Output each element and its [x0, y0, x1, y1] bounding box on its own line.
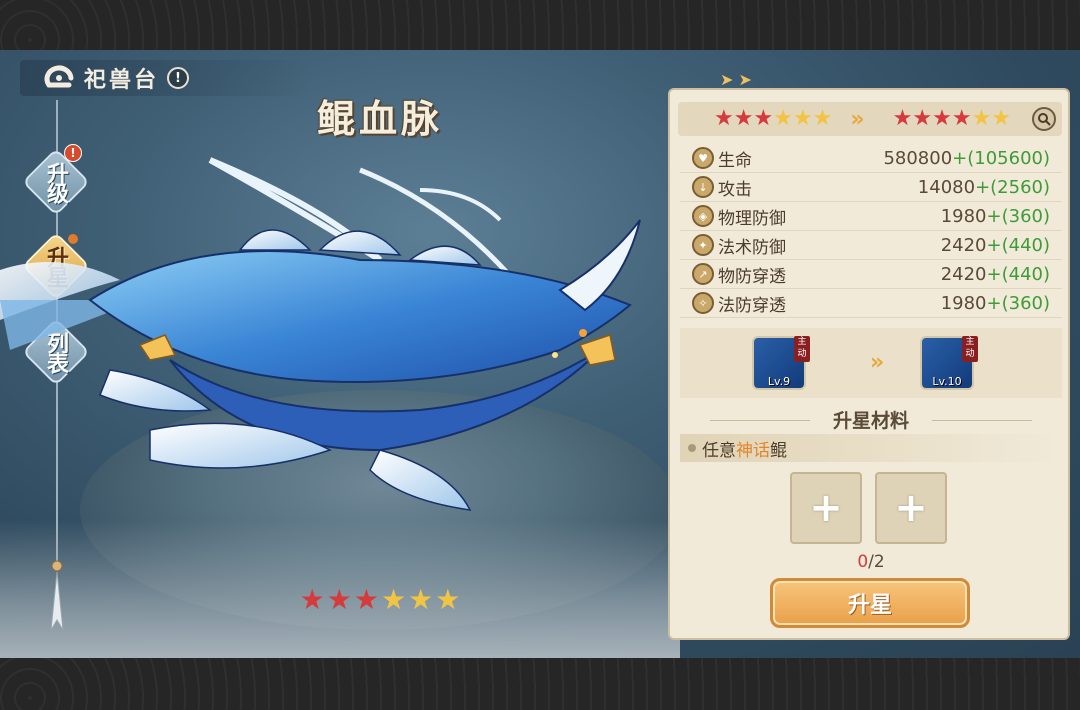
stat-bonus: +(440): [986, 234, 1050, 256]
stat-name: 法术防御: [718, 237, 786, 258]
skill-upgrade-row: 主动 Lv.9 » 主动 Lv.10: [680, 328, 1062, 398]
page-title: 祀兽台: [84, 67, 160, 93]
star-empty-icon: ★: [812, 106, 833, 131]
stat-row: ✧ 法防穿透 1980 +(360): [680, 289, 1062, 318]
progress-total: /2: [868, 552, 885, 572]
stage-star-rating: ★ ★ ★ ★ ★ ★: [280, 582, 480, 618]
skill-type-tag: 主动: [962, 336, 978, 362]
stat-bonus: +(360): [986, 292, 1050, 314]
back-icon: [44, 65, 74, 88]
star-comparison-row: ★ ★ ★ ★ ★ ★ » ★ ★ ★ ★ ★ ★: [678, 102, 1062, 136]
stat-bonus: +(105600): [952, 147, 1050, 169]
shield-icon: ◈: [692, 205, 714, 227]
stat-list: ♥ 生命 580800 +(105600) ↓ 攻击 14080 +(2560)…: [680, 144, 1062, 318]
material-progress: 0/2: [680, 552, 1062, 572]
star-empty-icon: ★: [381, 583, 407, 616]
magic-pierce-icon: ✧: [692, 292, 714, 314]
skill-current[interactable]: 主动 Lv.9: [752, 336, 810, 390]
stat-name: 物理防御: [718, 208, 786, 229]
material-requirement: 任意 神话 鲲: [680, 434, 1062, 462]
stat-name: 攻击: [718, 179, 752, 200]
sword-icon: ↓: [692, 176, 714, 198]
stat-row: ↓ 攻击 14080 +(2560): [680, 173, 1062, 202]
materials-title: 升星材料: [832, 410, 909, 432]
star-empty-icon: ★: [408, 583, 434, 616]
stat-name: 生命: [718, 150, 752, 171]
star-filled-icon: ★: [951, 106, 972, 131]
info-icon[interactable]: !: [167, 67, 190, 89]
star-up-panel: ★ ★ ★ ★ ★ ★ » ★ ★ ★ ★ ★ ★ ♥ 生命 580800 +(105600) ↓ …: [668, 88, 1070, 640]
back-button[interactable]: [32, 63, 78, 93]
requirement-prefix: 任意: [702, 440, 736, 461]
material-slot[interactable]: +: [790, 472, 862, 544]
material-slot[interactable]: +: [875, 472, 947, 544]
star-filled-icon: ★: [892, 106, 913, 131]
requirement-rarity: 神话: [736, 440, 770, 461]
skill-level: Lv.9: [767, 375, 791, 388]
star-filled-icon: ★: [932, 106, 952, 131]
star-empty-icon: ★: [435, 583, 461, 616]
next-star-rating: ★ ★ ★ ★ ★ ★: [893, 108, 1011, 130]
bullet-icon: [688, 444, 696, 452]
star-filled-icon: ★: [326, 583, 352, 616]
stat-base: 1980: [940, 292, 987, 314]
stat-base: 14080: [917, 176, 976, 198]
pierce-icon: ↗: [692, 263, 714, 285]
stat-name: 物防穿透: [718, 266, 786, 287]
star-filled-icon: ★: [912, 106, 933, 131]
skill-type-tag: 主动: [794, 336, 810, 362]
star-filled-icon: ★: [714, 106, 734, 131]
stat-row: ✦ 法术防御 2420 +(440): [680, 231, 1062, 260]
star-filled-icon: ★: [753, 106, 774, 131]
stat-row: ↗ 物防穿透 2420 +(440): [680, 260, 1062, 289]
chevron-right-icon: »: [850, 106, 865, 132]
stat-bonus: +(440): [986, 263, 1050, 285]
stat-row: ♥ 生命 580800 +(105600): [680, 144, 1062, 173]
magic-shield-icon: ✦: [692, 234, 714, 256]
stat-name: 法防穿透: [718, 295, 786, 316]
heart-icon: ♥: [692, 147, 714, 169]
stat-base: 580800: [883, 147, 953, 169]
stat-base: 2420: [940, 263, 987, 285]
star-up-button[interactable]: 升星: [770, 578, 970, 628]
search-icon: [1038, 113, 1051, 126]
magnify-button[interactable]: [1032, 107, 1056, 131]
skill-level: Lv.10: [932, 375, 962, 388]
star-empty-icon: ★: [792, 106, 813, 131]
progress-current: 0: [857, 552, 869, 572]
beast-name: 鲲血脉: [316, 96, 443, 141]
arrow-ornament: ➤ ➤: [720, 70, 752, 89]
bottom-frame: [0, 658, 1080, 710]
star-empty-icon: ★: [971, 106, 992, 131]
star-filled-icon: ★: [733, 106, 754, 131]
stat-row: ◈ 物理防御 1980 +(360): [680, 202, 1062, 231]
top-frame: [0, 0, 1080, 50]
stat-base: 1980: [940, 205, 987, 227]
skill-next[interactable]: 主动 Lv.10: [920, 336, 978, 390]
kun-beast-illustration: [0, 157, 641, 511]
requirement-suffix: 鲲: [770, 440, 787, 461]
stat-bonus: +(360): [986, 205, 1050, 227]
tassel-ornament: [50, 560, 64, 631]
star-empty-icon: ★: [773, 106, 793, 131]
stat-bonus: +(2560): [975, 176, 1050, 198]
current-star-rating: ★ ★ ★ ★ ★ ★: [714, 108, 832, 130]
star-filled-icon: ★: [353, 583, 379, 616]
star-empty-icon: ★: [991, 106, 1012, 131]
chevron-right-icon: »: [870, 350, 885, 375]
header-bar: 祀兽台 !: [20, 60, 310, 96]
stat-base: 2420: [940, 234, 987, 256]
star-filled-icon: ★: [299, 583, 325, 616]
